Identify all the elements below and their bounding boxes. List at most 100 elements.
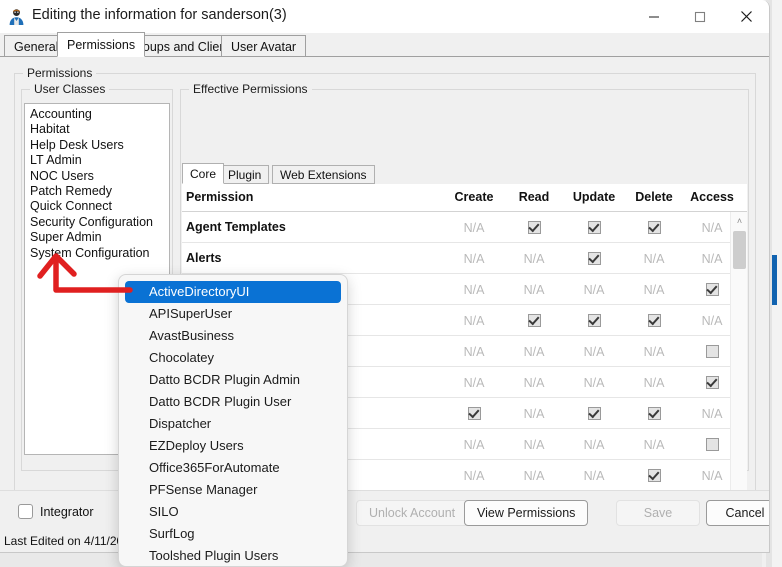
list-item[interactable]: Security Configuration <box>28 215 169 230</box>
checkbox-checked-icon[interactable] <box>588 314 601 327</box>
checkbox-checked-icon[interactable] <box>588 407 601 420</box>
permission-cell: N/A <box>504 429 564 460</box>
column-header-access: Access <box>682 190 742 204</box>
checkbox-checked-icon[interactable] <box>648 407 661 420</box>
permission-cell[interactable] <box>564 305 624 336</box>
minimize-button[interactable] <box>631 0 677 33</box>
table-header-row: Permission Create Read Update Delete Acc… <box>182 184 747 212</box>
permission-cell[interactable] <box>624 398 684 429</box>
list-item[interactable]: LT Admin <box>28 153 169 168</box>
dropdown-item[interactable]: SurfLog <box>125 523 341 545</box>
checkbox-checked-icon[interactable] <box>648 469 661 482</box>
table-row[interactable]: AlertsN/AN/AN/AN/A <box>182 243 747 274</box>
maximize-button[interactable] <box>677 0 723 33</box>
permission-cell: N/A <box>444 212 504 243</box>
table-row[interactable]: Agent TemplatesN/AN/A <box>182 212 747 243</box>
not-applicable-text: N/A <box>464 314 485 328</box>
scrollbar-thumb[interactable] <box>733 231 746 269</box>
main-tab-strip: General Permissions Groups and Clients U… <box>0 33 769 57</box>
permission-name: Alerts <box>186 251 221 265</box>
list-item[interactable]: System Configuration <box>28 246 169 261</box>
status-bar: Last Edited on 4/11/20 <box>0 532 770 552</box>
not-applicable-text: N/A <box>584 376 605 390</box>
title-bar: Editing the information for sanderson(3) <box>0 0 769 33</box>
not-applicable-text: N/A <box>584 283 605 297</box>
permission-cell[interactable] <box>624 460 684 491</box>
integrator-checkbox[interactable]: Integrator <box>18 504 94 519</box>
cancel-button[interactable]: Cancel <box>706 500 770 526</box>
not-applicable-text: N/A <box>464 283 485 297</box>
checkbox-checked-icon[interactable] <box>528 221 541 234</box>
dropdown-item[interactable]: Dispatcher <box>125 413 341 435</box>
permission-cell[interactable] <box>564 398 624 429</box>
permission-cell: N/A <box>624 429 684 460</box>
not-applicable-text: N/A <box>524 469 545 483</box>
table-scrollbar[interactable]: ˄ ˅ <box>730 212 747 504</box>
not-applicable-text: N/A <box>644 252 665 266</box>
save-button[interactable]: Save <box>616 500 700 526</box>
checkbox-checked-icon[interactable] <box>648 221 661 234</box>
checkbox-checked-icon[interactable] <box>706 283 719 296</box>
unlock-account-button[interactable]: Unlock Account <box>356 500 468 526</box>
permission-cell: N/A <box>504 274 564 305</box>
dropdown-item[interactable]: Datto BCDR Plugin Admin <box>125 369 341 391</box>
permission-cell[interactable] <box>624 212 684 243</box>
permission-cell[interactable] <box>444 398 504 429</box>
permission-cell[interactable] <box>564 243 624 274</box>
permission-cell[interactable] <box>624 305 684 336</box>
checkbox-checked-icon[interactable] <box>588 221 601 234</box>
dropdown-item[interactable]: PFSense Manager <box>125 479 341 501</box>
list-item[interactable]: Accounting <box>28 107 169 122</box>
list-item[interactable]: Help Desk Users <box>28 138 169 153</box>
permission-cell: N/A <box>624 274 684 305</box>
close-button[interactable] <box>723 0 769 33</box>
dropdown-item[interactable]: ActiveDirectoryUI <box>125 281 341 303</box>
view-permissions-button[interactable]: View Permissions <box>464 500 588 526</box>
permission-cell[interactable] <box>564 212 624 243</box>
permission-cell: N/A <box>504 460 564 491</box>
tab-plugin[interactable]: Plugin <box>220 165 269 184</box>
dropdown-item[interactable]: Office365ForAutomate <box>125 457 341 479</box>
not-applicable-text: N/A <box>702 252 723 266</box>
dropdown-item[interactable]: APISuperUser <box>125 303 341 325</box>
checkbox-checked-icon[interactable] <box>648 314 661 327</box>
permission-cell: N/A <box>504 398 564 429</box>
permission-cell[interactable] <box>504 305 564 336</box>
list-item[interactable]: Quick Connect <box>28 199 169 214</box>
dropdown-item[interactable]: EZDeploy Users <box>125 435 341 457</box>
user-class-dropdown-popup[interactable]: ActiveDirectoryUIAPISuperUserAvastBusine… <box>118 274 348 567</box>
dropdown-item[interactable]: Chocolatey <box>125 347 341 369</box>
checkbox-checked-icon[interactable] <box>528 314 541 327</box>
checkbox-checked-icon[interactable] <box>706 376 719 389</box>
not-applicable-text: N/A <box>644 283 665 297</box>
dropdown-item[interactable]: Toolshed Plugin Users <box>125 545 341 567</box>
dropdown-item[interactable]: SILO <box>125 501 341 523</box>
not-applicable-text: N/A <box>524 283 545 297</box>
tab-web-extensions[interactable]: Web Extensions <box>272 165 375 184</box>
checkbox-unchecked-icon[interactable] <box>706 438 719 451</box>
list-item[interactable]: Super Admin <box>28 230 169 245</box>
scroll-up-icon[interactable]: ˄ <box>731 212 747 229</box>
not-applicable-text: N/A <box>584 438 605 452</box>
list-item[interactable]: Patch Remedy <box>28 184 169 199</box>
tab-user-avatar[interactable]: User Avatar <box>221 35 306 57</box>
checkbox-unchecked-icon[interactable] <box>706 345 719 358</box>
user-icon <box>7 7 26 26</box>
tab-permissions[interactable]: Permissions <box>57 32 145 57</box>
permissions-group-label: Permissions <box>23 66 96 80</box>
permission-cell: N/A <box>624 367 684 398</box>
checkbox-checked-icon[interactable] <box>588 252 601 265</box>
list-item[interactable]: NOC Users <box>28 169 169 184</box>
dropdown-item[interactable]: Datto BCDR Plugin User <box>125 391 341 413</box>
checkbox-checked-icon[interactable] <box>468 407 481 420</box>
not-applicable-text: N/A <box>702 221 723 235</box>
window-title: Editing the information for sanderson(3) <box>32 7 287 23</box>
tab-core[interactable]: Core <box>182 163 224 184</box>
list-item[interactable]: Habitat <box>28 122 169 137</box>
permission-cell: N/A <box>444 336 504 367</box>
not-applicable-text: N/A <box>524 376 545 390</box>
permission-cell: N/A <box>444 367 504 398</box>
dropdown-item[interactable]: AvastBusiness <box>125 325 341 347</box>
permission-cell[interactable] <box>504 212 564 243</box>
not-applicable-text: N/A <box>464 438 485 452</box>
